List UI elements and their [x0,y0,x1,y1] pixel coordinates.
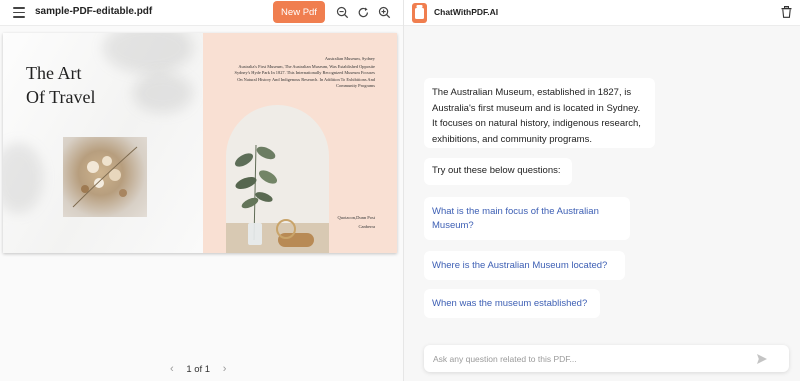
next-page-icon[interactable]: › [223,363,227,375]
zoom-in-icon[interactable] [378,6,391,19]
zoom-out-icon[interactable] [336,6,349,19]
suggested-question[interactable]: Where is the Australian Museum located? [424,251,625,280]
viewer-toolbar: sample-PDF-editable.pdf New Pdf [0,0,403,26]
document-title: The Art Of Travel [26,63,96,107]
leaf-shadow [133,73,193,113]
plant-photo [226,105,329,253]
leaf-shadow [3,143,43,213]
send-icon[interactable] [756,353,768,365]
trash-icon[interactable] [781,6,792,18]
prev-page-icon[interactable]: ‹ [170,363,174,375]
suggested-question[interactable]: When was the museum established? [424,289,600,318]
chat-pane: ChatWithPDF.AI The Australian Museum, es… [404,0,800,381]
suggested-question[interactable]: What is the main focus of the Australian… [424,197,630,240]
document-footer: Quotacon,Dunn Post Canberra [337,215,376,229]
summary-message: The Australian Museum, established in 18… [424,78,655,148]
document-body: Australian Museum, Sydney Australia's Fi… [234,56,375,88]
app-title: ChatWithPDF.AI [434,7,499,17]
suggestions-label: Try out these below questions: [424,158,572,185]
new-pdf-button[interactable]: New Pdf [273,1,325,23]
chat-header: ChatWithPDF.AI [404,0,800,26]
app: sample-PDF-editable.pdf New Pdf The Art … [0,0,800,381]
rotate-icon[interactable] [357,6,370,19]
leaf-shadow [103,33,193,73]
question-input[interactable] [424,345,789,372]
page-indicator: 1 of 1 [186,364,211,375]
flower-photo [63,137,147,217]
page-right-panel: Australian Museum, Sydney Australia's Fi… [203,33,397,253]
page-left-panel: The Art Of Travel [3,33,203,253]
page-navigation: ‹ 1 of 1 › [170,363,226,375]
menu-icon[interactable] [13,7,25,18]
file-name: sample-PDF-editable.pdf [35,6,153,17]
pdf-page: The Art Of Travel Australian Museum, Syd… [3,33,397,253]
pdf-viewer-pane: sample-PDF-editable.pdf New Pdf The Art … [0,0,403,381]
app-logo-icon [412,3,427,23]
